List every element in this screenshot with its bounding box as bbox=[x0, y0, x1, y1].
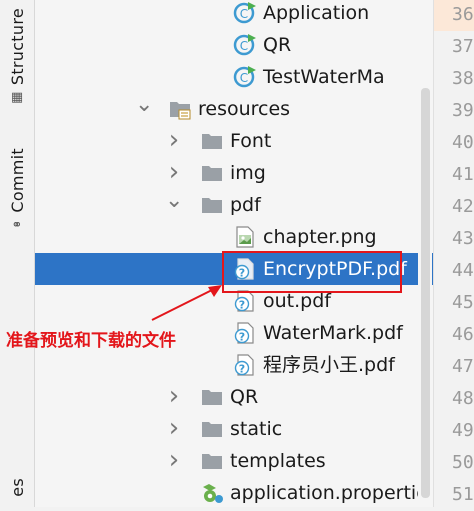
annotation-label: 准备预览和下载的文件 bbox=[6, 331, 176, 351]
annotation-arrow bbox=[151, 285, 222, 321]
